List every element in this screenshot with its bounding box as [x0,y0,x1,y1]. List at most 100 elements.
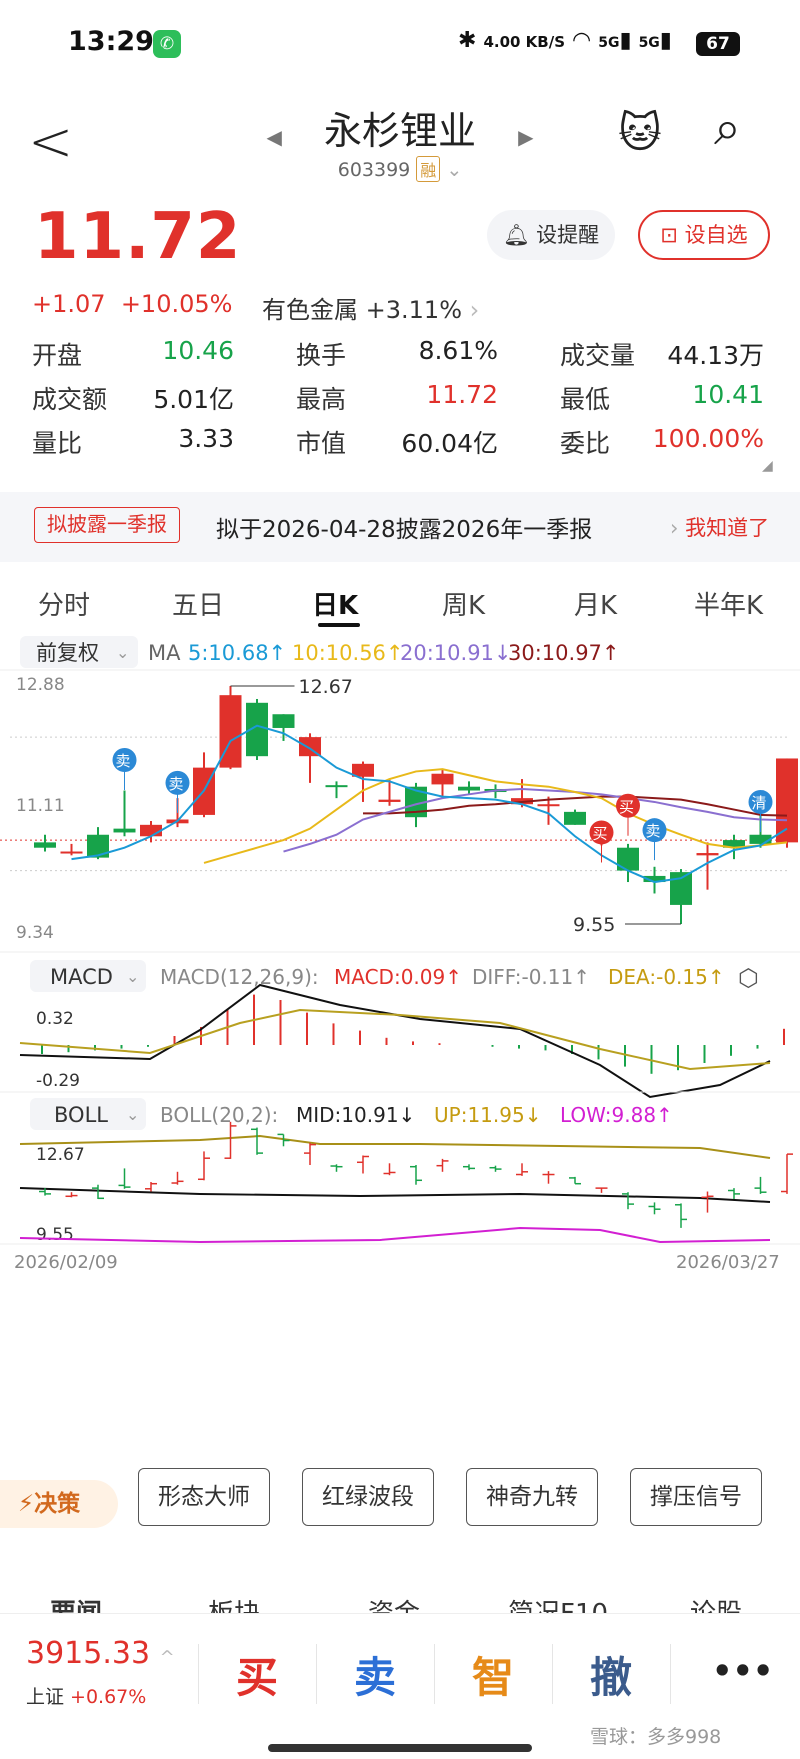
stat-label: 成交量 [560,341,636,370]
mascot-icon[interactable]: 🐱 [618,108,662,157]
stat-value: 100.00% [652,424,764,453]
more-icon[interactable]: ••• [712,1652,773,1690]
period-tabs: 分时 五日 日K 周K 月K 半年K [0,575,800,635]
ma-legend-0: MA [148,641,181,665]
date-start: 2026/02/09 [14,1252,118,1273]
signal-text: 卖 [646,822,661,840]
boll-mid: MID:10.91↓ [296,1103,415,1127]
chevron-down-icon[interactable]: ⌄ [446,159,462,181]
candle-body [670,872,692,905]
tab-0[interactable]: 分时 [38,585,90,622]
index-name: 上证 +0.67% [26,1686,147,1708]
tab-2[interactable]: 日K [312,585,358,622]
signal-text: 清 [752,794,767,812]
phone-icon: ✆ [153,30,181,58]
wifi-icon: ◠ [572,28,592,53]
add-favorite-label: 设自选 [684,223,748,247]
chevron-down-icon: ⌄ [116,643,129,662]
net-speed: 4.00 KB/S [483,33,566,51]
red-green-wave-button[interactable]: 红绿波段 [302,1468,434,1526]
stat-value: 8.61% [418,336,498,365]
sector-link[interactable]: 有色金属 +3.11% › [262,290,479,325]
boll-params: BOLL(20,2): [160,1103,278,1127]
candle-body [458,786,480,791]
candle-body [325,785,348,788]
macd-name: MACD [50,965,113,989]
y-tick-mid: 11.11 [16,796,65,816]
tab-4[interactable]: 月K [574,585,617,622]
stat-label: 最高 [296,385,347,414]
battery-icon: 67 [696,32,740,56]
boll-low-line [19,1226,771,1244]
strategy-toolbar: ⚡决策 形态大师 红绿波段 神奇九转 撑压信号 [0,1460,800,1560]
boll-ymin: 9.55 [36,1225,74,1245]
expand-corner-icon[interactable]: ◢ [762,458,773,474]
report-notice: 拟披露一季报 拟于2026-04-28披露2026年一季报 › 我知道了 [0,492,800,562]
signal-label-2: 5G [638,35,660,51]
pattern-master-button[interactable]: 形态大师 [138,1468,270,1526]
smart-button[interactable]: 智 [472,1644,514,1705]
support-pressure-button[interactable]: 撑压信号 [630,1468,762,1526]
signal-icon-2: ▮ [659,28,672,53]
ma5-line [71,724,788,884]
candle-body [564,811,586,825]
stat-value: 10.46 [162,336,234,365]
next-stock-icon[interactable]: ▶ [518,125,533,149]
prev-stock-icon[interactable]: ◀ [267,125,282,149]
boll-mid-line [19,1187,771,1203]
magic-nine-button[interactable]: 神奇九转 [466,1468,598,1526]
tab-1[interactable]: 五日 [172,585,224,622]
ma-legend-3: 20:10.91↓ [400,641,512,665]
change-percent: +10.05% [120,290,233,318]
stat-value: 10.41 [692,380,764,409]
macd-ymin: -0.29 [36,1071,80,1091]
boll-up: UP:11.95↓ [434,1103,541,1127]
tab-5[interactable]: 半年K [694,585,763,622]
boll-low: LOW:9.88↑ [560,1103,673,1127]
stock-code: 603399 [337,159,411,181]
price-change: +1.07 +10.05% [32,290,232,318]
candle-body [537,804,560,807]
trade-bar: 3915.33 ^ 上证 +0.67% 买 卖 智 撤 ••• 雪球：多多998 [0,1613,800,1759]
candle-body [696,853,719,856]
dea-line [19,1008,771,1071]
high-label: 12.67 [299,676,353,698]
macd-diff: DIFF:-0.11↑ [472,965,590,989]
macd-value: MACD:0.09↑ [334,965,462,989]
tab-3[interactable]: 周K [442,585,485,622]
chevron-down-icon: ⌄ [126,967,139,986]
signal-label-1: 5G [598,35,620,51]
sector-name: 有色金属 [262,296,358,324]
tab-underline [318,623,360,627]
kline-chart[interactable]: 前复权 ⌄ MA 5:10.68↑ 10:10.56↑20:10.91↓30:10.97… [0,630,800,1450]
set-alert-button[interactable]: 🔔︎ 设提醒 [487,210,615,260]
candle-body [431,773,454,785]
stat-label: 开盘 [32,341,83,370]
stat-value: 44.13万 [667,341,764,370]
stock-header: < ◀ 永杉锂业 ▶ 603399 融 ⌄ 🐱 ⌕ [0,90,800,200]
dismiss-notice-button[interactable]: › 我知道了 [670,512,769,542]
signal-text: 买 [619,798,634,816]
sell-button[interactable]: 卖 [354,1644,396,1705]
y-tick-min: 9.34 [16,923,54,943]
chevron-right-icon: › [469,296,480,324]
notice-tag: 拟披露一季报 [34,507,180,543]
signal-text: 卖 [116,752,131,770]
notice-text: 拟于2026-04-28披露2026年一季报 [216,517,593,543]
cancel-order-button[interactable]: 撤 [590,1644,632,1705]
stat-value: 3.33 [178,424,234,453]
change-value: +1.07 [32,290,106,318]
stat-value: 60.04亿 [401,429,498,458]
stat-label: 换手 [296,341,347,370]
buy-button[interactable]: 买 [236,1644,278,1705]
plus-box-icon: ⊡ [660,223,678,247]
candle-body [378,799,401,802]
chevron-down-icon: ⌄ [126,1105,139,1124]
stat-label: 委比 [560,429,611,458]
decision-button[interactable]: ⚡决策 [0,1480,118,1528]
home-indicator [268,1744,532,1752]
search-icon[interactable]: ⌕ [714,100,741,157]
index-value: 3915.33 ^ [26,1636,175,1671]
signal-text: 卖 [169,775,184,793]
add-favorite-button[interactable]: ⊡ 设自选 [638,210,770,260]
